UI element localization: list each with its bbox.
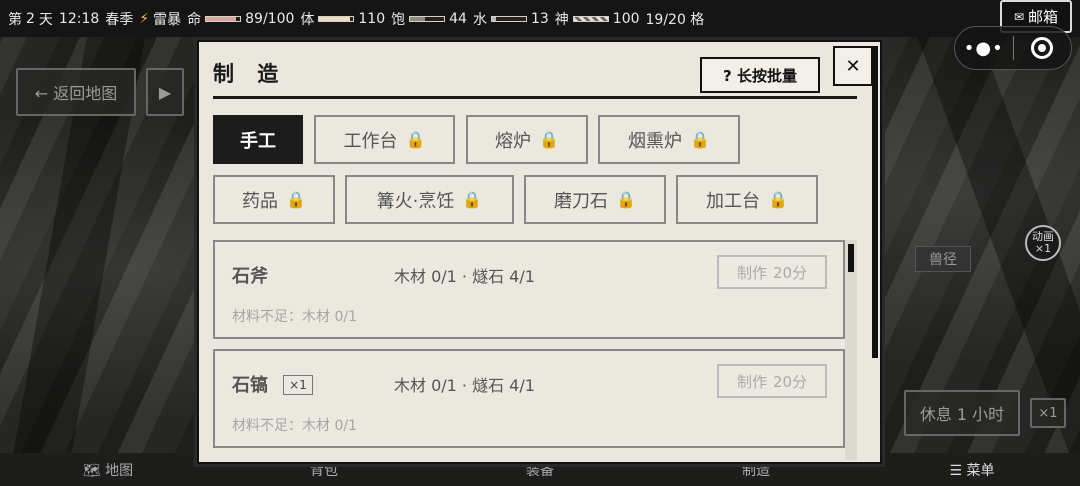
craft-button[interactable]: 制作 20分: [717, 364, 827, 398]
recipe-name: 石斧: [232, 266, 268, 287]
spirit-bar: [572, 15, 609, 22]
day-indicator: 第 2 天: [8, 10, 53, 28]
tab-processing-station[interactable]: 加工台 🔒: [676, 175, 818, 224]
envelope-icon: ✉: [1013, 9, 1025, 24]
recipe-card: 石镐 ×1 木材 0/1 · 燧石 4/1 制作 20分 材料不足：木材 0/1: [213, 349, 845, 448]
tab-workbench[interactable]: 工作台 🔒: [314, 115, 455, 164]
tab-furnace[interactable]: 熔炉 🔒: [466, 115, 588, 164]
recipe-list[interactable]: 石斧 木材 0/1 · 燧石 4/1 制作 20分 材料不足：木材 0/1 石镐…: [213, 240, 845, 462]
water-bar-fill: [491, 16, 497, 21]
trail-marker[interactable]: 兽径: [915, 246, 971, 272]
lock-icon: 🔒: [539, 130, 559, 149]
crafting-dialog: 制 造 ? 长按批量 ✕ 手工 工作台 🔒 熔炉 🔒 烟熏炉 🔒 药品 🔒 篝火…: [197, 40, 882, 464]
season: 春季: [105, 11, 134, 28]
tab-campfire-cooking[interactable]: 篝火·烹饪 🔒: [345, 175, 514, 224]
lock-icon: 🔒: [690, 130, 710, 149]
title-divider: [213, 96, 857, 99]
stamina-bar-fill: [319, 16, 350, 21]
close-icon[interactable]: ✕: [833, 46, 873, 86]
recipe-scrollbar-thumb[interactable]: [848, 244, 854, 272]
lock-icon: 🔒: [768, 190, 788, 209]
tab-medicine[interactable]: 药品 🔒: [213, 175, 335, 224]
water-bar: [490, 15, 527, 22]
tab-smoker[interactable]: 烟熏炉 🔒: [598, 115, 740, 164]
dialog-title: 制 造: [213, 62, 287, 86]
craft-button[interactable]: 制作 20分: [717, 255, 827, 289]
quantity-badge[interactable]: ×1: [283, 375, 313, 395]
lock-icon: 🔒: [405, 130, 426, 149]
life-bar-fill: [206, 16, 237, 21]
life-stat: 命 89/100: [187, 10, 295, 28]
batch-help-button[interactable]: ? 长按批量: [700, 57, 820, 93]
lightning-icon: ⚡: [139, 10, 150, 27]
close-miniprogram-button[interactable]: [1013, 37, 1071, 59]
recipe-materials: 木材 0/1 · 燧石 4/1: [394, 376, 535, 395]
water-stat: 水 13: [472, 10, 549, 28]
tab-whetstone[interactable]: 磨刀石 🔒: [524, 175, 666, 224]
clock: 12:18: [58, 10, 100, 27]
hunger-bar: [409, 15, 446, 22]
recipe-scrollbar[interactable]: [845, 240, 857, 460]
rest-multiplier-button[interactable]: ×1: [1030, 398, 1066, 428]
hunger-bar-fill: [410, 16, 426, 21]
lock-icon: 🔒: [462, 190, 483, 209]
animation-speed-button[interactable]: 动画 ×1: [1025, 225, 1061, 261]
status-bar: 第 2 天 12:18 春季 ⚡ 雷暴 命 89/100 体 110 饱 44 …: [0, 0, 1080, 37]
recipe-materials: 木材 0/1 · 燧石 4/1: [394, 267, 535, 286]
lock-icon: 🔒: [286, 190, 306, 209]
spirit-bar-fill: [573, 16, 608, 21]
hunger-stat: 饱 44: [391, 10, 467, 28]
stamina-stat: 体 110: [300, 10, 386, 28]
play-icon[interactable]: ▶: [146, 68, 184, 116]
dialog-scrollbar-thumb[interactable]: [872, 46, 878, 358]
back-to-map-button[interactable]: ← 返回地图: [16, 68, 136, 116]
lock-icon: 🔒: [616, 190, 636, 209]
recipe-card: 石斧 木材 0/1 · 燧石 4/1 制作 20分 材料不足：木材 0/1: [213, 240, 845, 339]
nav-map[interactable]: 🗺 地图: [8, 460, 208, 480]
miniprogram-capsule: •●•: [954, 26, 1072, 70]
more-options-icon[interactable]: •●•: [955, 38, 1013, 59]
tab-handcraft[interactable]: 手工: [213, 115, 303, 164]
target-icon: [1031, 37, 1054, 59]
stamina-bar: [318, 15, 355, 22]
insufficient-materials-note: 材料不足：木材 0/1: [232, 418, 357, 434]
weather: ⚡ 雷暴: [139, 10, 182, 28]
spirit-stat: 神 100: [554, 10, 640, 28]
life-bar: [205, 15, 242, 22]
inventory-slots: 19/20 格: [645, 11, 705, 28]
recipe-name: 石镐: [232, 375, 268, 396]
nav-menu[interactable]: ☰ 菜单: [872, 460, 1072, 480]
insufficient-materials-note: 材料不足：木材 0/1: [232, 309, 357, 325]
rest-one-hour-button[interactable]: 休息 1 小时: [904, 390, 1020, 436]
